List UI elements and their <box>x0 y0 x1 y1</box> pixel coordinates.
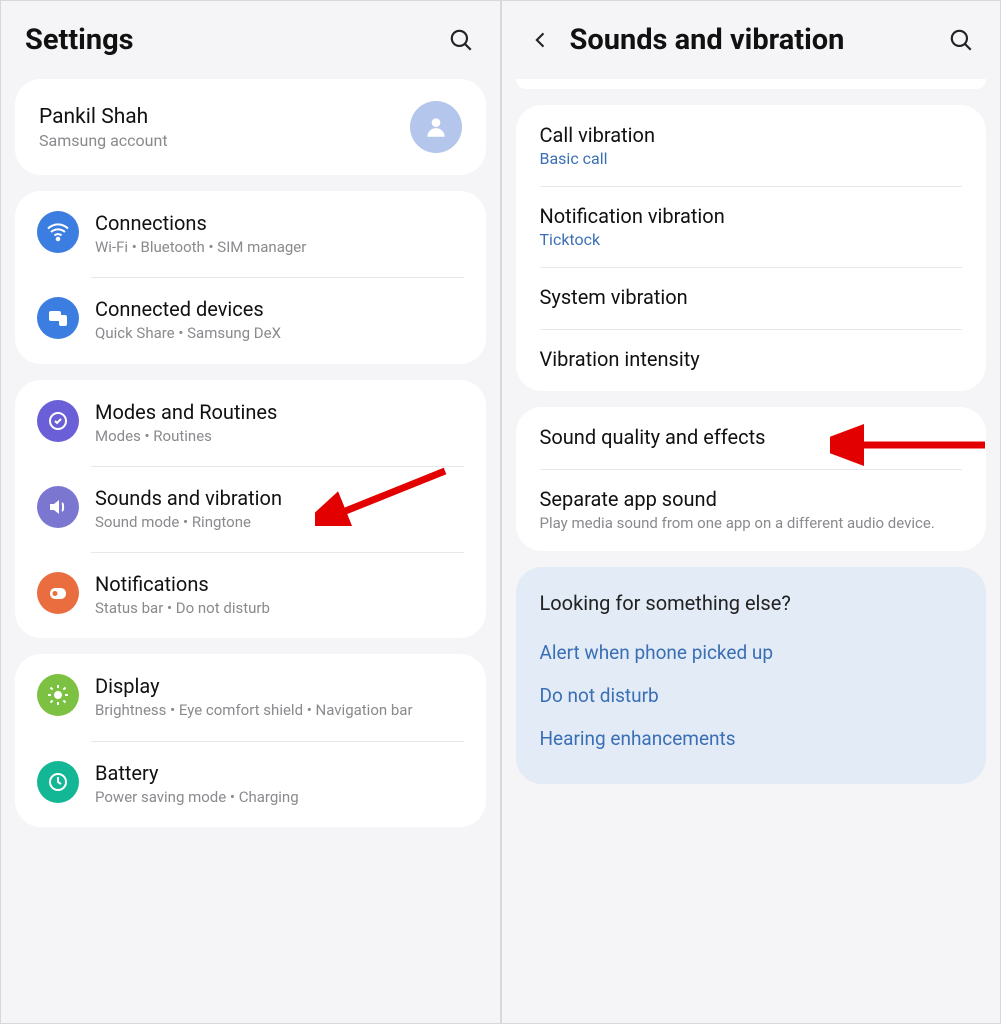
row-sub: Wi-Fi • Bluetooth • SIM manager <box>95 237 464 257</box>
tip-card: Looking for something else? Alert when p… <box>516 567 987 784</box>
item-battery[interactable]: Battery Power saving mode • Charging <box>15 741 486 827</box>
card-edge <box>516 79 987 89</box>
display-icon <box>37 674 79 716</box>
tip-title: Looking for something else? <box>540 591 963 615</box>
row-sub: Sound mode • Ringtone <box>95 512 464 532</box>
item-display[interactable]: Display Brightness • Eye comfort shield … <box>15 654 486 740</box>
item-separate-app-sound[interactable]: Separate app sound Play media sound from… <box>516 469 987 551</box>
search-button[interactable] <box>446 25 476 55</box>
tip-link-hearing[interactable]: Hearing enhancements <box>540 717 963 760</box>
sounds-group: Call vibration Basic call Notification v… <box>516 105 987 391</box>
sounds-panel: Sounds and vibration Call vibration Basi… <box>501 0 1001 1024</box>
row-title: Separate app sound <box>540 487 963 511</box>
wifi-icon <box>37 211 79 253</box>
item-connections[interactable]: Connections Wi-Fi • Bluetooth • SIM mana… <box>15 191 486 277</box>
settings-group: Modes and Routines Modes • Routines Soun… <box>15 380 486 639</box>
settings-panel: Settings Pankil Shah Samsung account <box>0 0 501 1024</box>
row-title: Vibration intensity <box>540 347 963 371</box>
row-title: System vibration <box>540 285 963 309</box>
devices-icon <box>37 297 79 339</box>
tip-link-dnd[interactable]: Do not disturb <box>540 674 963 717</box>
settings-group: Connections Wi-Fi • Bluetooth • SIM mana… <box>15 191 486 364</box>
sound-icon <box>37 486 79 528</box>
row-title: Battery <box>95 761 464 785</box>
row-sub: Brightness • Eye comfort shield • Naviga… <box>95 700 464 720</box>
account-name: Pankil Shah <box>39 105 410 129</box>
row-sub: Modes • Routines <box>95 426 464 446</box>
page-title: Settings <box>25 23 446 57</box>
item-system-vibration[interactable]: System vibration <box>516 267 987 329</box>
row-title: Modes and Routines <box>95 400 464 424</box>
row-title: Sound quality and effects <box>540 425 963 449</box>
row-sub: Quick Share • Samsung DeX <box>95 323 464 343</box>
chevron-left-icon <box>531 30 551 50</box>
settings-header: Settings <box>1 1 500 71</box>
sounds-header: Sounds and vibration <box>502 1 1001 71</box>
search-icon <box>948 27 974 53</box>
search-button[interactable] <box>946 25 976 55</box>
row-sub: Power saving mode • Charging <box>95 787 464 807</box>
row-title: Call vibration <box>540 123 963 147</box>
row-value: Basic call <box>540 149 963 168</box>
modes-icon <box>37 400 79 442</box>
row-title: Sounds and vibration <box>95 486 464 510</box>
row-value: Ticktock <box>540 230 963 249</box>
row-sub: Play media sound from one app on a diffe… <box>540 513 963 533</box>
sounds-group: Sound quality and effects Separate app s… <box>516 407 987 551</box>
row-title: Display <box>95 674 464 698</box>
settings-content: Pankil Shah Samsung account Connections … <box>1 71 500 1023</box>
page-title: Sounds and vibration <box>570 23 947 57</box>
item-modes-routines[interactable]: Modes and Routines Modes • Routines <box>15 380 486 466</box>
account-sub: Samsung account <box>39 131 410 150</box>
row-title: Connected devices <box>95 297 464 321</box>
item-connected-devices[interactable]: Connected devices Quick Share • Samsung … <box>15 277 486 363</box>
item-vibration-intensity[interactable]: Vibration intensity <box>516 329 987 391</box>
avatar[interactable] <box>410 101 462 153</box>
notification-icon <box>37 572 79 614</box>
back-button[interactable] <box>526 25 556 55</box>
settings-group: Display Brightness • Eye comfort shield … <box>15 654 486 827</box>
item-sound-quality-effects[interactable]: Sound quality and effects <box>516 407 987 469</box>
item-call-vibration[interactable]: Call vibration Basic call <box>516 105 987 186</box>
row-title: Notification vibration <box>540 204 963 228</box>
row-sub: Status bar • Do not disturb <box>95 598 464 618</box>
tip-link-alert[interactable]: Alert when phone picked up <box>540 631 963 674</box>
account-card[interactable]: Pankil Shah Samsung account <box>15 79 486 175</box>
item-notifications[interactable]: Notifications Status bar • Do not distur… <box>15 552 486 638</box>
person-icon <box>423 114 449 140</box>
battery-icon <box>37 761 79 803</box>
item-sounds-vibration[interactable]: Sounds and vibration Sound mode • Ringto… <box>15 466 486 552</box>
sounds-content: Call vibration Basic call Notification v… <box>502 71 1001 1023</box>
item-notification-vibration[interactable]: Notification vibration Ticktock <box>516 186 987 267</box>
search-icon <box>448 27 474 53</box>
row-title: Notifications <box>95 572 464 596</box>
row-title: Connections <box>95 211 464 235</box>
